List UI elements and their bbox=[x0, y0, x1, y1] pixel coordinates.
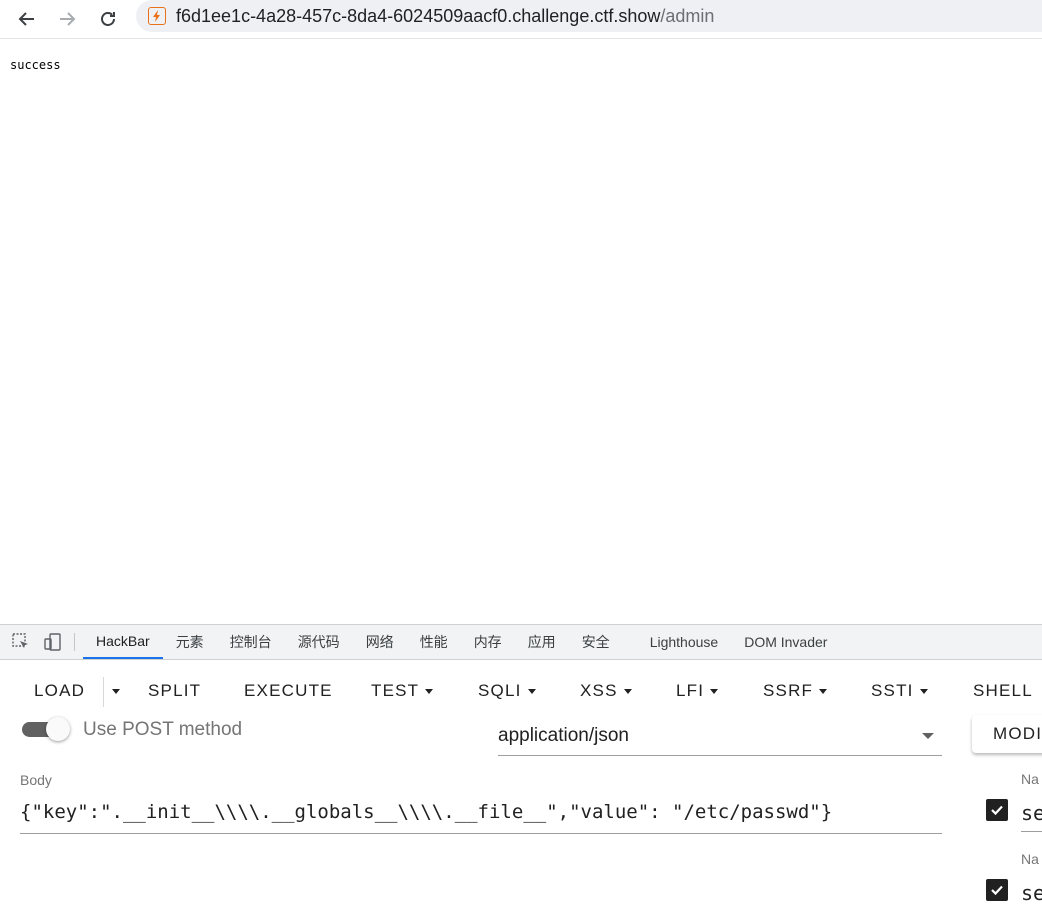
checkmark-icon bbox=[991, 805, 1003, 816]
lfi-menu-button[interactable]: LFI bbox=[676, 673, 719, 709]
body-label: Body bbox=[20, 772, 52, 788]
test-label: TEST bbox=[371, 681, 420, 700]
body-value: {"key":".__init__\\\\.__globals__\\\\.__… bbox=[20, 801, 833, 823]
ssrf-menu-button[interactable]: SSRF bbox=[763, 673, 828, 709]
page-content: success bbox=[0, 39, 1042, 624]
modify-label: MODI bbox=[993, 724, 1042, 743]
arrow-right-icon bbox=[60, 12, 76, 26]
ssti-label: SSTI bbox=[871, 681, 914, 700]
sqli-menu-button[interactable]: SQLI bbox=[478, 673, 536, 709]
header-name-input[interactable]: se bbox=[1021, 881, 1042, 905]
tab-memory[interactable]: 内存 bbox=[461, 625, 515, 659]
header-name-label: Na bbox=[1021, 851, 1039, 867]
tab-lighthouse[interactable]: Lighthouse bbox=[637, 625, 732, 659]
devtools-panel: HackBar 元素 控制台 源代码 网络 性能 内存 应用 安全 Lighth… bbox=[0, 624, 1042, 913]
caret-down-icon bbox=[919, 688, 928, 694]
arrow-left-icon bbox=[18, 12, 34, 26]
shell-label: SHELL bbox=[973, 681, 1033, 700]
inspect-element-icon[interactable] bbox=[10, 631, 32, 653]
ssti-menu-button[interactable]: SSTI bbox=[871, 673, 928, 709]
reload-button[interactable] bbox=[93, 4, 123, 34]
header-name-input[interactable]: se bbox=[1021, 801, 1042, 825]
post-method-label: Use POST method bbox=[83, 719, 243, 740]
execute-button[interactable]: EXECUTE bbox=[244, 673, 333, 709]
devtools-tab-bar: HackBar 元素 控制台 源代码 网络 性能 内存 应用 安全 Lighth… bbox=[0, 625, 1042, 660]
post-method-toggle[interactable] bbox=[22, 717, 72, 743]
url-host: f6d1ee1c-4a28-457c-8da4-6024509aacf0.cha… bbox=[176, 5, 661, 26]
tab-performance[interactable]: 性能 bbox=[407, 625, 461, 659]
device-toolbar-icon[interactable] bbox=[42, 631, 64, 653]
ssrf-label: SSRF bbox=[763, 681, 814, 700]
address-bar[interactable]: f6d1ee1c-4a28-457c-8da4-6024509aacf0.cha… bbox=[136, 0, 1042, 32]
reload-icon bbox=[101, 12, 115, 26]
load-label: LOAD bbox=[34, 681, 86, 700]
split-button[interactable]: SPLIT bbox=[148, 673, 201, 709]
tab-dom-invader[interactable]: DOM Invader bbox=[731, 625, 840, 659]
header-enable-checkbox[interactable] bbox=[986, 879, 1008, 901]
header-row: Na se bbox=[985, 771, 1042, 832]
checkmark-icon bbox=[991, 885, 1003, 896]
tab-console[interactable]: 控制台 bbox=[217, 625, 285, 659]
caret-down-icon bbox=[425, 688, 434, 694]
tab-security[interactable]: 安全 bbox=[569, 625, 623, 659]
content-type-select[interactable]: application/json bbox=[498, 721, 942, 756]
url-text: f6d1ee1c-4a28-457c-8da4-6024509aacf0.cha… bbox=[176, 6, 714, 27]
load-menu-button[interactable] bbox=[106, 673, 120, 709]
header-name-label: Na bbox=[1021, 771, 1039, 787]
split-label: SPLIT bbox=[148, 681, 202, 700]
header-row: Na se bbox=[985, 851, 1042, 911]
tab-application[interactable]: 应用 bbox=[515, 625, 569, 659]
page-response-text: success bbox=[10, 58, 61, 72]
site-info-icon[interactable] bbox=[148, 7, 166, 25]
dropdown-arrow-icon bbox=[922, 733, 934, 739]
back-button[interactable] bbox=[12, 4, 42, 34]
content-type-value: application/json bbox=[498, 725, 629, 746]
tab-separator bbox=[74, 633, 75, 651]
sqli-label: SQLI bbox=[478, 681, 522, 700]
forward-button[interactable] bbox=[52, 4, 82, 34]
execute-label: EXECUTE bbox=[244, 681, 333, 700]
caret-down-icon bbox=[112, 688, 120, 694]
caret-down-icon bbox=[623, 688, 632, 694]
body-input[interactable]: {"key":".__init__\\\\.__globals__\\\\.__… bbox=[20, 795, 942, 834]
caret-down-icon bbox=[819, 688, 828, 694]
tab-elements[interactable]: 元素 bbox=[163, 625, 217, 659]
shell-menu-button[interactable]: SHELL bbox=[973, 673, 1033, 709]
toggle-knob bbox=[46, 717, 70, 741]
caret-down-icon bbox=[527, 688, 536, 694]
url-path: /admin bbox=[660, 5, 715, 26]
xss-menu-button[interactable]: XSS bbox=[580, 673, 632, 709]
tab-hackbar[interactable]: HackBar bbox=[83, 625, 163, 659]
modify-header-button[interactable]: MODI bbox=[972, 715, 1042, 753]
test-menu-button[interactable]: TEST bbox=[371, 673, 434, 709]
header-enable-checkbox[interactable] bbox=[986, 799, 1008, 821]
header-input-underline bbox=[1021, 831, 1042, 832]
hackbar-toolbar: LOAD SPLIT EXECUTE TEST SQLI XSS LFI SSR… bbox=[0, 673, 1042, 709]
browser-toolbar: f6d1ee1c-4a28-457c-8da4-6024509aacf0.cha… bbox=[0, 0, 1042, 39]
tab-network[interactable]: 网络 bbox=[353, 625, 407, 659]
lfi-label: LFI bbox=[676, 681, 705, 700]
load-split-divider bbox=[103, 677, 104, 707]
tab-sources[interactable]: 源代码 bbox=[285, 625, 353, 659]
xss-label: XSS bbox=[580, 681, 618, 700]
caret-down-icon bbox=[710, 688, 719, 694]
load-button[interactable]: LOAD bbox=[34, 673, 85, 709]
